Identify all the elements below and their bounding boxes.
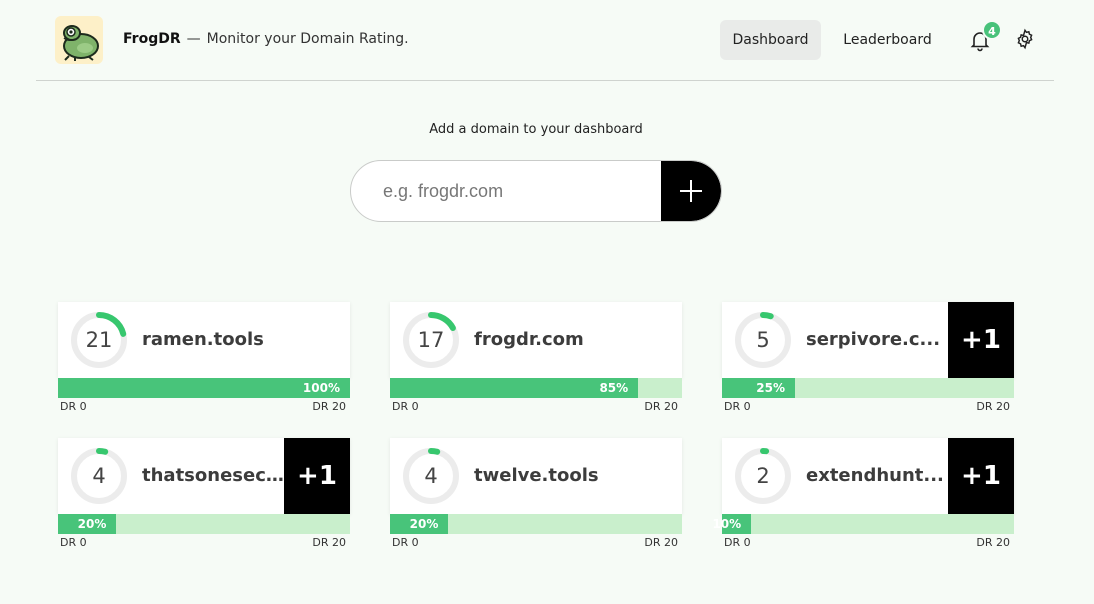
progress-fill: 10% <box>712 514 752 534</box>
progress-label: 85% <box>599 381 629 395</box>
dr-min-label: DR 0 <box>724 536 751 549</box>
dr-value: 21 <box>85 328 113 352</box>
progress-fill: 20% <box>390 514 449 534</box>
dr-min-label: DR 0 <box>60 400 87 413</box>
domain-name[interactable]: twelve.tools <box>474 465 666 486</box>
add-domain-button[interactable] <box>661 161 721 221</box>
domain-name[interactable]: frogdr.com <box>474 329 666 350</box>
domain-card[interactable]: 17 frogdr.com 85% DR 0 DR 20 <box>390 302 682 414</box>
card-body: 5 serpivore.c... +1 <box>722 302 1014 378</box>
progress-bar: 25% <box>722 378 1014 398</box>
nav-dashboard[interactable]: Dashboard <box>720 20 821 60</box>
dr-max-label: DR 20 <box>644 400 678 413</box>
progress-bar: 20% <box>390 514 682 534</box>
tagline: Monitor your Domain Rating. <box>206 31 409 47</box>
domain-name[interactable]: serpivore.c... <box>806 329 948 350</box>
progress-fill: 25% <box>722 378 795 398</box>
dr-min-label: DR 0 <box>724 400 751 413</box>
dr-change-badge[interactable]: +1 <box>948 302 1014 378</box>
dr-min-label: DR 0 <box>60 536 87 549</box>
progress-label: 10% <box>712 517 742 531</box>
top-header: FrogDR — Monitor your Domain Rating. Dashb… <box>36 0 1054 81</box>
add-domain-form <box>350 160 722 222</box>
dr-max-label: DR 20 <box>644 536 678 549</box>
gear-icon[interactable] <box>1014 28 1036 50</box>
progress-label: 25% <box>756 381 785 395</box>
progress-fill: 20% <box>58 514 117 534</box>
dr-value: 4 <box>92 464 106 488</box>
domain-card[interactable]: 2 extendhunt... +1 10% DR 0 DR 20 <box>712 438 1014 550</box>
brand: FrogDR — Monitor your Domain Rating. <box>123 31 409 47</box>
brand-separator: — <box>186 31 201 47</box>
progress-bar: 100% <box>58 378 350 398</box>
add-domain-label: Add a domain to your dashboard <box>429 122 643 137</box>
notification-count-badge: 4 <box>982 20 1002 40</box>
domain-name[interactable]: ramen.tools <box>142 329 334 350</box>
progress-label: 100% <box>302 381 340 395</box>
progress-bar: 85% <box>390 378 682 398</box>
dr-min-label: DR 0 <box>392 536 419 549</box>
dr-max-label: DR 20 <box>312 400 346 413</box>
domain-name[interactable]: extendhunt... <box>806 465 948 486</box>
dr-value: 5 <box>756 328 770 352</box>
dr-value: 2 <box>756 464 770 488</box>
domain-card[interactable]: 4 thatsonesec... +1 20% DR 0 DR 20 <box>58 438 350 550</box>
dr-change-badge[interactable]: +1 <box>284 438 350 514</box>
card-body: 2 extendhunt... +1 <box>722 438 1014 514</box>
progress-fill: 100% <box>58 378 350 398</box>
dr-value: 17 <box>417 328 445 352</box>
dr-min-label: DR 0 <box>392 400 419 413</box>
domain-card[interactable]: 21 ramen.tools 100% DR 0 DR 20 <box>58 302 350 414</box>
dr-max-label: DR 20 <box>312 536 346 549</box>
domain-card[interactable]: 5 serpivore.c... +1 25% DR 0 DR 20 <box>722 302 1014 414</box>
progress-label: 20% <box>77 517 107 531</box>
card-body: 4 twelve.tools <box>390 438 682 514</box>
frog-logo-icon[interactable] <box>55 16 103 64</box>
card-body: 4 thatsonesec... +1 <box>58 438 350 514</box>
progress-label: 20% <box>409 517 439 531</box>
domain-name[interactable]: thatsonesec... <box>142 465 284 486</box>
progress-fill: 85% <box>390 378 639 398</box>
domain-input[interactable] <box>351 161 661 221</box>
brand-name: FrogDR <box>123 31 181 47</box>
dr-max-label: DR 20 <box>976 400 1010 413</box>
domain-card[interactable]: 4 twelve.tools 20% DR 0 DR 20 <box>390 438 682 550</box>
dr-value: 4 <box>424 464 438 488</box>
card-body: 17 frogdr.com <box>390 302 682 378</box>
dr-max-label: DR 20 <box>976 536 1010 549</box>
progress-bar: 10% <box>712 514 1014 534</box>
card-body: 21 ramen.tools <box>58 302 350 378</box>
dr-change-badge[interactable]: +1 <box>948 438 1014 514</box>
nav-leaderboard[interactable]: Leaderboard <box>831 20 944 60</box>
progress-bar: 20% <box>58 514 350 534</box>
